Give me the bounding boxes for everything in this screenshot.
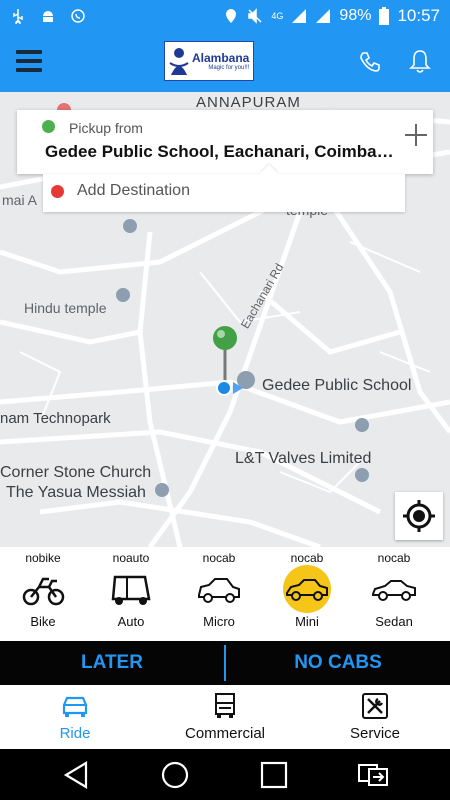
vehicle-option-micro[interactable]: nocab Micro (184, 547, 254, 641)
map-label: Gedee Public School (262, 377, 412, 394)
pickup-label: Pickup from (69, 120, 143, 136)
recents-icon[interactable] (258, 759, 290, 791)
map-label: nam Technopark (0, 410, 111, 427)
vehicle-status: noauto (112, 551, 150, 565)
car-icon (62, 696, 88, 717)
vehicle-selector: nobike Bike noauto Auto nocab Micro noca… (0, 547, 450, 641)
app-bar: Alambana Magic for you!!! (0, 32, 450, 92)
locate-me-button[interactable] (395, 492, 443, 540)
map-label: mai A (2, 192, 38, 208)
clock: 10:57 (397, 6, 440, 25)
vehicle-status: nocab (377, 551, 411, 565)
network-type: 4G (271, 11, 284, 21)
auto-rickshaw-icon (111, 575, 151, 605)
back-icon[interactable] (60, 759, 92, 791)
mute-icon (248, 8, 262, 24)
pickup-address: Gedee Public School, Eachanari, Coimbato… (45, 142, 397, 161)
vehicle-status: nobike (25, 551, 61, 565)
switch-sim-icon[interactable] (357, 759, 389, 791)
no-cabs-button[interactable]: NO CABS (226, 641, 450, 685)
tab-label: Commercial (184, 725, 265, 742)
tab-commercial[interactable]: Commercial (150, 685, 300, 749)
location-icon (226, 9, 237, 23)
app-logo: Alambana Magic for you!!! (164, 41, 254, 81)
android-icon (43, 11, 53, 22)
system-nav-bar (0, 749, 450, 800)
hamburger-icon-line (16, 68, 42, 72)
battery-icon (379, 7, 390, 25)
vehicle-status: nocab (202, 551, 236, 565)
vehicle-name: Bike (30, 614, 56, 629)
usb-icon (13, 9, 23, 24)
vehicle-name: Micro (203, 614, 235, 629)
micro-car-icon (198, 578, 240, 603)
sedan-car-icon (372, 580, 416, 601)
map-label: L&T Valves Limited (235, 450, 372, 467)
mini-car-icon (283, 565, 331, 613)
vehicle-name: Auto (117, 614, 145, 629)
destination-dot-icon (51, 185, 64, 198)
vehicle-option-auto[interactable]: noauto Auto (96, 547, 166, 641)
tab-label: Service (349, 725, 401, 742)
map-label: ANNAPURAM (196, 94, 301, 111)
bell-icon[interactable] (408, 49, 432, 75)
vehicle-option-bike[interactable]: nobike Bike (8, 547, 78, 641)
direction-arrow-icon (233, 382, 243, 394)
bottom-tab-bar: Ride Commercial Service (0, 685, 450, 749)
vehicle-option-mini[interactable]: nocab Mini (272, 547, 342, 641)
hamburger-icon-line (16, 50, 42, 54)
motorbike-icon (22, 577, 65, 606)
logo-tagline: Magic for you!!! (208, 64, 250, 71)
tools-icon (362, 693, 388, 719)
action-bar: LATER NO CABS (0, 641, 450, 685)
logo-name: Alambana (192, 50, 250, 65)
map-label: The Yasua Messiah (6, 484, 146, 501)
tab-label: Ride (59, 725, 91, 742)
destination-placeholder: Add Destination (77, 182, 190, 199)
add-stop-button[interactable] (403, 122, 429, 148)
phone-icon[interactable] (358, 50, 382, 74)
whatsapp-icon (71, 9, 85, 23)
vehicle-status: nocab (290, 551, 324, 565)
map-label: Corner Stone Church (0, 464, 152, 481)
pickup-dot-icon (42, 120, 55, 133)
signal-icon-2 (316, 9, 331, 23)
crosshair-icon (403, 500, 435, 532)
menu-button[interactable] (16, 50, 42, 72)
vehicle-name: Mini (295, 614, 319, 629)
battery-percent: 98% (339, 7, 372, 24)
truck-icon (215, 693, 235, 718)
status-bar: 4G 98% 10:57 (0, 0, 450, 32)
vehicle-name: Sedan (375, 614, 413, 629)
later-button[interactable]: LATER (0, 641, 224, 685)
genie-logo-icon (169, 48, 189, 75)
tab-ride[interactable]: Ride (0, 685, 150, 749)
hamburger-icon-line (16, 59, 42, 63)
tab-service[interactable]: Service (300, 685, 450, 749)
pickup-location-field[interactable]: Pickup from Gedee Public School, Eachana… (17, 110, 433, 174)
vehicle-option-sedan[interactable]: nocab Sedan (359, 547, 429, 641)
current-location-icon (216, 380, 232, 396)
map-label: Hindu temple (24, 300, 107, 316)
signal-icon (292, 9, 307, 23)
destination-field[interactable]: Add Destination (43, 164, 405, 212)
home-icon[interactable] (159, 759, 191, 791)
